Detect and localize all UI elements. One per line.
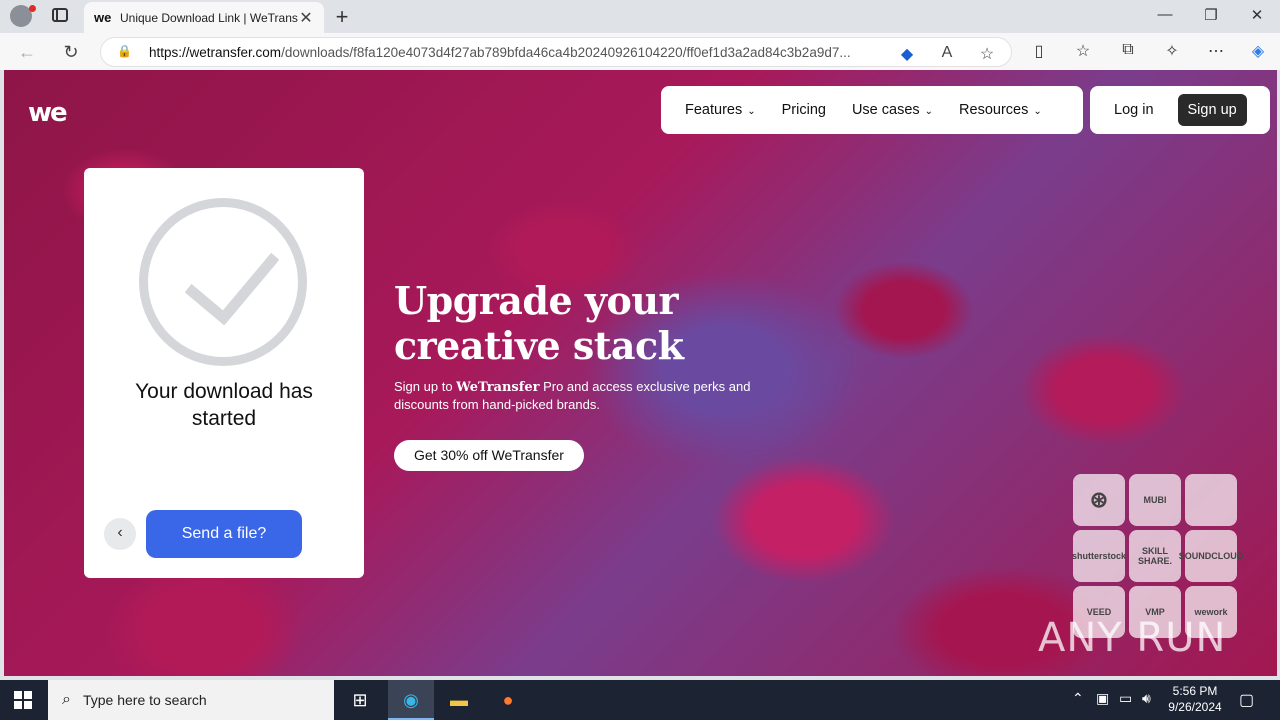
tab-actions-icon[interactable] (52, 8, 68, 22)
chevron-down-icon: ⌄ (924, 106, 934, 117)
task-view-icon[interactable]: ⊞ (348, 688, 372, 712)
url-text: https://wetransfer.com/downloads/f8fa120… (149, 44, 851, 60)
brand-logo[interactable] (1185, 474, 1237, 526)
copilot-icon[interactable]: ◈ (1247, 41, 1269, 61)
notifications-icon[interactable]: ▢ (1239, 690, 1254, 710)
edge-browser-icon[interactable]: ◉ (399, 688, 423, 712)
chevron-left-icon[interactable]: ‹ (104, 518, 136, 550)
extensions-icon[interactable]: ✧ (1161, 41, 1183, 61)
clock-date: 9/26/2024 (1168, 700, 1222, 714)
brand-logo-grid: ⊛ MUBI shutterstock SKILL SHARE. SOUNDCL… (1072, 474, 1243, 638)
signup-button[interactable]: Sign up (1177, 94, 1247, 126)
refresh-icon[interactable]: ↻ (60, 41, 82, 63)
windows-start-icon[interactable] (14, 691, 32, 709)
close-window-icon[interactable]: ✕ (1242, 6, 1272, 24)
nav-resources[interactable]: Resources ⌄ (959, 102, 1042, 118)
mubi-logo[interactable]: MUBI (1129, 474, 1181, 526)
favorite-star-icon[interactable]: ☆ (977, 44, 997, 64)
shutterstock-logo[interactable]: shutterstock (1072, 530, 1126, 582)
file-explorer-icon[interactable]: ▬ (447, 688, 471, 712)
notification-dot (29, 5, 36, 12)
search-placeholder: Type here to search (82, 692, 207, 708)
device-icon[interactable]: ▣ (1096, 690, 1109, 707)
hero-title-line1: Upgrade your (394, 278, 678, 323)
volume-icon[interactable]: 🔊︎ (1142, 690, 1151, 707)
windows-taskbar: ⌕ Type here to search ⊞ ◉ ▬ ● ⌃ ▣ ▭ 🔊︎ 5… (0, 680, 1280, 720)
network-icon[interactable]: ▭ (1119, 690, 1132, 707)
address-bar: ← ↻ 🔒 https://wetransfer.com/downloads/f… (0, 33, 1280, 70)
nav-pricing[interactable]: Pricing (782, 102, 826, 118)
login-link[interactable]: Log in (1114, 102, 1154, 118)
tab-title: Unique Download Link | WeTrans (120, 10, 298, 25)
main-nav: Features ⌄ Pricing Use cases ⌄ Resources ⌄ (661, 86, 1083, 134)
hero-title: Upgrade your creative stack (394, 278, 794, 368)
download-status-title: Your download has started (135, 380, 313, 430)
new-tab-icon[interactable]: + (332, 4, 352, 30)
chevron-down-icon: ⌄ (1033, 106, 1042, 117)
browser-tab[interactable]: we Unique Download Link | WeTrans ✕ (84, 2, 324, 33)
hero-cta-button[interactable]: Get 30% off WeTransfer (394, 440, 584, 471)
close-tab-icon[interactable]: ✕ (298, 8, 314, 28)
download-card: Your download has started ‹ Send a file? (84, 168, 364, 578)
read-aloud-icon[interactable]: A (937, 44, 957, 62)
lock-icon: 🔒 (117, 44, 132, 58)
split-screen-icon[interactable]: ▯ (1028, 41, 1050, 61)
checkmark-icon (184, 226, 280, 326)
favorites-icon[interactable]: ☆ (1072, 41, 1094, 61)
hero-title-line2: creative stack (394, 323, 684, 368)
clock-time: 5:56 PM (1172, 684, 1218, 698)
nav-use-cases[interactable]: Use cases ⌄ (852, 102, 933, 118)
chevron-down-icon: ⌄ (747, 106, 756, 117)
wetransfer-logo[interactable]: we (28, 98, 68, 128)
page-viewport: we Features ⌄ Pricing Use cases ⌄ Resource… (4, 70, 1277, 676)
auth-nav: Log in Sign up (1090, 86, 1270, 134)
checkmark-circle-icon (139, 198, 307, 366)
taskbar-clock[interactable]: 5:56 PM 9/26/2024 (1160, 683, 1230, 715)
back-icon[interactable]: ← (16, 41, 38, 63)
skillshare-logo[interactable]: SKILL SHARE. (1129, 530, 1181, 582)
tab-favicon: we (94, 10, 112, 25)
coupon-tag-icon[interactable]: ◆ (897, 44, 917, 64)
url-field[interactable]: 🔒 https://wetransfer.com/downloads/f8fa1… (100, 37, 1012, 67)
more-menu-icon[interactable]: ⋯ (1205, 41, 1227, 61)
show-hidden-icons-icon[interactable]: ⌃ (1072, 690, 1084, 707)
restore-icon[interactable]: ❐ (1196, 6, 1226, 24)
anyrun-watermark: ANY RUN (1038, 615, 1227, 661)
nav-features[interactable]: Features ⌄ (685, 102, 756, 118)
hero-subtitle: Sign up to WeTransfer Pro and access exc… (394, 379, 751, 412)
send-file-button[interactable]: Send a file? (146, 510, 302, 558)
browser-tabbar: we Unique Download Link | WeTrans ✕ + — … (0, 0, 1280, 33)
minimize-icon[interactable]: — (1150, 6, 1180, 23)
adobe-creative-cloud-logo[interactable]: ⊛ (1073, 474, 1125, 526)
collections-icon[interactable]: ⧉ (1117, 41, 1139, 59)
taskbar-search-box[interactable]: ⌕ Type here to search (48, 680, 334, 720)
firefox-icon[interactable]: ● (496, 688, 520, 712)
soundcloud-logo[interactable]: SOUNDCLOUD (1179, 530, 1243, 582)
search-icon: ⌕ (62, 691, 71, 708)
